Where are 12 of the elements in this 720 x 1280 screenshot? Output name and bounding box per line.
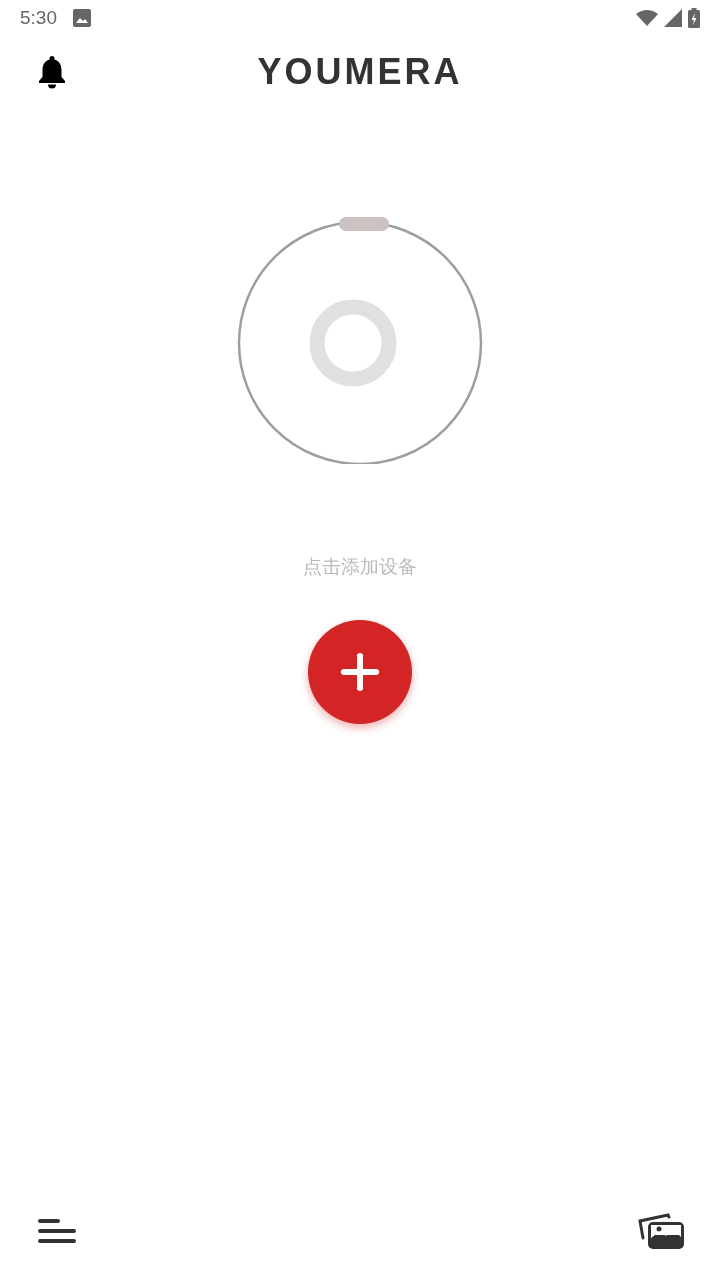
app-logo: YOUMERA [257,51,463,93]
add-device-hint[interactable]: 点击添加设备 [303,552,417,580]
signal-icon [664,9,682,27]
battery-icon [688,8,700,28]
image-icon [73,9,91,27]
status-time: 5:30 [20,7,57,29]
gallery-icon[interactable] [638,1211,686,1251]
menu-icon[interactable] [38,1218,76,1244]
plus-icon [340,652,380,692]
wifi-icon [636,10,658,26]
notification-bell-icon[interactable] [38,55,66,89]
add-device-button[interactable] [308,620,412,724]
